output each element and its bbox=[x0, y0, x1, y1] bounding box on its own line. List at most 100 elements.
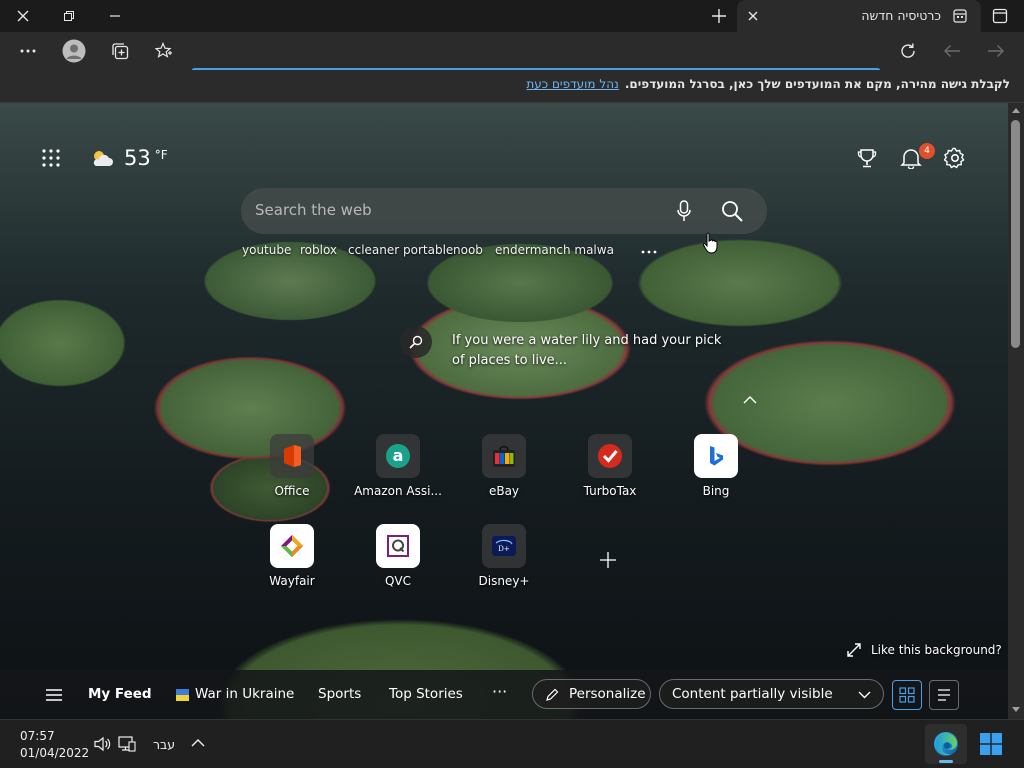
active-app-indicator bbox=[939, 760, 953, 763]
feed-tab-war-in-ukraine[interactable]: War in Ukraine bbox=[195, 686, 294, 702]
quick-search-link[interactable]: endermanch malwar... bbox=[495, 243, 613, 257]
volume-button[interactable] bbox=[94, 736, 112, 752]
quick-link-tile[interactable]: Bing bbox=[666, 434, 766, 514]
ebay-icon bbox=[493, 445, 515, 467]
feed-tab-my-feed[interactable]: My Feed bbox=[88, 686, 152, 702]
quick-search-link[interactable]: roblox bbox=[300, 243, 337, 257]
tab-actions-button[interactable] bbox=[978, 0, 1022, 32]
tab-close-button[interactable] bbox=[745, 8, 761, 24]
chevron-up-icon bbox=[191, 739, 205, 747]
tab-actions-icon bbox=[992, 8, 1008, 24]
quick-link-tile[interactable]: QVC bbox=[348, 524, 448, 604]
settings-menu-button[interactable] bbox=[10, 33, 46, 69]
web-search-box[interactable] bbox=[241, 188, 767, 234]
input-language-indicator[interactable]: עבר bbox=[153, 737, 175, 752]
hamburger-menu-icon bbox=[46, 689, 62, 701]
collapse-quick-links-button[interactable] bbox=[743, 396, 757, 404]
tile-icon-container bbox=[270, 434, 314, 478]
favorites-bar-message: לקבלת גישה מהירה, מקם את המועדפים שלך כא… bbox=[526, 77, 1010, 91]
tab-new-tab[interactable]: כרטיסיה חדשה bbox=[737, 0, 981, 32]
feed-tab-sports[interactable]: Sports bbox=[318, 686, 361, 702]
scrollbar-thumb[interactable] bbox=[1011, 120, 1020, 348]
clock-date: 01/04/2022 bbox=[20, 746, 90, 760]
personalize-label: Personalize bbox=[569, 686, 646, 702]
start-button[interactable] bbox=[980, 733, 1002, 755]
quick-link-tile[interactable]: Wayfair bbox=[242, 524, 342, 604]
tile-label: Disney+ bbox=[478, 574, 530, 588]
bing-icon bbox=[710, 446, 723, 466]
quick-search-link[interactable]: noob bbox=[453, 243, 483, 257]
quick-search-more-button[interactable] bbox=[641, 250, 657, 254]
list-layout-button[interactable] bbox=[929, 680, 959, 710]
amazon-icon: a bbox=[386, 444, 410, 468]
app-launcher-button[interactable] bbox=[42, 149, 62, 169]
page-settings-button[interactable] bbox=[944, 147, 966, 169]
tile-icon-container: a bbox=[376, 434, 420, 478]
more-horizontal-icon bbox=[641, 250, 657, 254]
background-feedback[interactable]: Like this background? bbox=[847, 643, 1002, 657]
refresh-button[interactable] bbox=[890, 33, 926, 69]
personalize-button[interactable]: Personalize bbox=[532, 679, 651, 709]
feed-menu-button[interactable] bbox=[46, 689, 62, 701]
content-visibility-dropdown[interactable]: Content partially visible bbox=[659, 679, 884, 709]
voice-search-button[interactable] bbox=[677, 200, 691, 222]
profile-button[interactable] bbox=[56, 33, 92, 69]
list-view-icon bbox=[938, 689, 950, 701]
feed-tab-top-stories[interactable]: Top Stories bbox=[389, 686, 463, 702]
web-search-input[interactable] bbox=[255, 201, 635, 219]
add-quick-link-button[interactable] bbox=[600, 552, 616, 568]
notification-count-badge: 4 bbox=[919, 143, 935, 159]
new-tab-button[interactable] bbox=[697, 0, 741, 32]
title-bar: כרטיסיה חדשה bbox=[0, 0, 1024, 32]
weather-widget[interactable]: 53 °F bbox=[90, 145, 170, 171]
close-icon bbox=[748, 11, 758, 21]
windows-logo-icon bbox=[980, 733, 1002, 755]
taskbar-edge-button[interactable] bbox=[925, 724, 967, 764]
quick-link-tile[interactable]: eBay bbox=[454, 434, 554, 514]
network-button[interactable] bbox=[118, 735, 136, 753]
tile-icon-container bbox=[376, 524, 420, 568]
weather-temperature: 53 bbox=[124, 146, 151, 170]
taskbar: 07:57 01/04/2022 עבר bbox=[0, 719, 1024, 768]
search-icon bbox=[722, 201, 743, 222]
close-window-button[interactable] bbox=[1, 0, 45, 32]
quick-link-tile[interactable]: a Amazon Assi... bbox=[348, 434, 448, 514]
restore-icon bbox=[64, 11, 74, 21]
taskbar-clock[interactable]: 07:57 01/04/2022 bbox=[20, 728, 89, 762]
disney-icon: D+ bbox=[492, 536, 516, 556]
new-tab-page: 53 °F 4 youtube roblox ccleaner portable… bbox=[0, 103, 1008, 719]
svg-text:a: a bbox=[393, 446, 404, 465]
minimize-icon bbox=[110, 15, 120, 17]
collections-button[interactable] bbox=[102, 33, 138, 69]
show-hidden-icons-button[interactable] bbox=[191, 739, 205, 747]
back-button[interactable] bbox=[934, 33, 970, 69]
rewards-trophy-icon bbox=[857, 149, 877, 168]
tile-icon-container bbox=[270, 524, 314, 568]
gear-icon bbox=[944, 147, 965, 169]
tile-label: Bing bbox=[702, 484, 730, 498]
background-promo-text[interactable]: If you were a water lily and had your pi… bbox=[452, 331, 722, 371]
background-info-button[interactable] bbox=[400, 326, 432, 358]
forward-button[interactable] bbox=[978, 33, 1014, 69]
minimize-window-button[interactable] bbox=[93, 0, 137, 32]
web-search-submit-button[interactable] bbox=[721, 200, 743, 222]
svg-text:D+: D+ bbox=[498, 545, 510, 553]
rewards-button[interactable] bbox=[857, 148, 877, 168]
apps-grid-icon bbox=[42, 149, 60, 167]
favorites-button[interactable] bbox=[146, 33, 182, 69]
quick-link-tile[interactable]: Office bbox=[242, 434, 342, 514]
quick-link-tile[interactable]: TurboTax bbox=[560, 434, 660, 514]
manage-favorites-link[interactable]: נהל מועדפים כעת bbox=[526, 77, 618, 91]
restore-window-button[interactable] bbox=[47, 0, 91, 32]
feed-more-button[interactable]: ··· bbox=[492, 682, 507, 701]
quick-search-link[interactable]: youtube bbox=[242, 243, 291, 257]
content-visibility-value: Content partially visible bbox=[672, 686, 833, 702]
scroll-down-arrow-icon bbox=[1012, 707, 1020, 712]
edge-browser-icon bbox=[934, 732, 958, 756]
avatar-icon bbox=[62, 39, 86, 63]
quick-search-link[interactable]: ccleaner portable bbox=[348, 243, 453, 257]
grid-layout-button[interactable] bbox=[892, 680, 922, 710]
quick-link-tile[interactable]: D+ Disney+ bbox=[454, 524, 554, 604]
chevron-down-icon bbox=[858, 691, 871, 699]
tile-icon-container bbox=[588, 434, 632, 478]
